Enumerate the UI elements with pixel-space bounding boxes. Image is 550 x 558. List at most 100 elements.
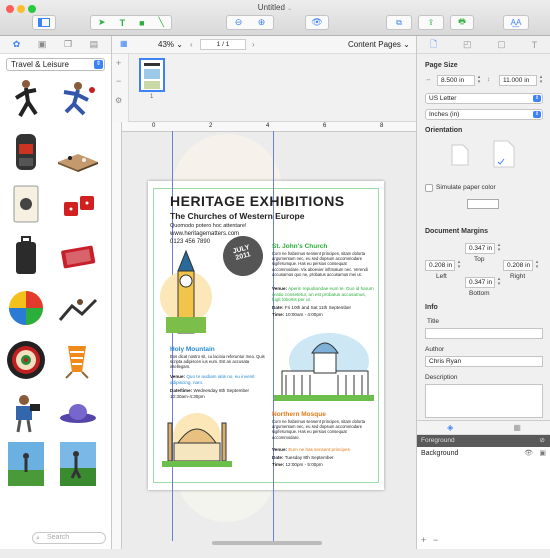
image-tab-icon[interactable]: ▣: [38, 39, 47, 50]
next-page-icon[interactable]: ›: [252, 40, 255, 49]
height-stepper[interactable]: ▴ ▾: [538, 75, 544, 86]
page-width-field[interactable]: 8.500 in: [437, 75, 475, 86]
section-body-stjohns[interactable]: Cum ne habemus sensent principes, sitam …: [272, 251, 374, 277]
text-tab-icon[interactable]: T: [532, 40, 538, 50]
golfer-clip[interactable]: [4, 442, 48, 486]
zoom-in-icon[interactable]: ⊕: [258, 17, 266, 28]
pointer-tool-icon[interactable]: ➤: [98, 17, 106, 28]
line-tool-icon[interactable]: ╲: [159, 17, 164, 28]
simulate-paper-checkbox[interactable]: [425, 184, 433, 192]
margin-bottom-stepper[interactable]: ▴ ▾: [496, 277, 502, 288]
sidebar-toggle-button[interactable]: [32, 15, 56, 30]
remove-layer-icon[interactable]: −: [433, 535, 438, 545]
margin-left-field[interactable]: 0.208 in: [425, 260, 455, 271]
doc-phone[interactable]: 0123 456 7890: [170, 239, 210, 245]
section-heading-holymountain[interactable]: Holy Mountain: [170, 346, 215, 353]
section-date-northernmosque[interactable]: Date: Tuesday 8th September: [272, 455, 334, 460]
lock-icon[interactable]: ▣: [539, 447, 546, 461]
share-button[interactable]: ⇪: [418, 15, 444, 30]
section-venue-northernmosque[interactable]: Venue: Eum ne has sensent principes: [272, 447, 350, 452]
shapes-tab-icon[interactable]: ❐: [64, 39, 72, 50]
print-button[interactable]: 🖶: [450, 15, 474, 30]
author-field[interactable]: Chris Ryan: [425, 356, 543, 367]
text-tab-icon[interactable]: ▤: [90, 39, 99, 50]
section-body-northernmosque[interactable]: Cum ne habemus sensent principes, sitam …: [272, 419, 374, 440]
zoom-level[interactable]: 43% ⌄: [158, 40, 183, 49]
doc-intro[interactable]: Quomodo potero hoc attentare!: [170, 223, 246, 229]
luggage-clip[interactable]: [4, 234, 48, 278]
portrait-orientation-icon[interactable]: [493, 140, 515, 168]
margin-left-stepper[interactable]: ▴ ▾: [456, 260, 462, 271]
paper-color-well[interactable]: [467, 199, 499, 209]
margin-right-stepper[interactable]: ▴ ▾: [534, 260, 540, 271]
shape-tool-icon[interactable]: ■: [139, 18, 144, 28]
style-tab-icon[interactable]: ▢: [497, 39, 506, 50]
add-layer-icon[interactable]: +: [421, 535, 426, 545]
golfer-2-clip[interactable]: [56, 442, 100, 486]
clipart-tab-icon[interactable]: ✿: [13, 39, 21, 50]
document-tab-icon[interactable]: 🗋: [430, 37, 437, 53]
card-deck-clip[interactable]: [56, 234, 100, 278]
doc-title[interactable]: HERITAGE EXHIBITIONS: [170, 193, 345, 209]
margin-top-field[interactable]: 0.347 in: [465, 243, 495, 254]
doc-website[interactable]: www.heritagematters.com: [170, 231, 239, 237]
page-view-icon[interactable]: ▦: [120, 39, 128, 48]
chess-board-clip[interactable]: [56, 130, 100, 174]
layer-row-foreground[interactable]: Foreground ⊘: [417, 435, 550, 447]
description-field[interactable]: [425, 384, 543, 418]
section-venue-stjohns[interactable]: Venue: Aperin repudiandae eum te. Duo id…: [272, 286, 374, 303]
section-body-holymountain[interactable]: Eos dicat nostro sit, cu lacinia referun…: [170, 354, 268, 370]
section-time-northernmosque[interactable]: Time: 12:00pm - 5:00pm: [272, 462, 323, 467]
landscape-orientation-icon[interactable]: [451, 144, 469, 166]
section-date-stjohns[interactable]: Date: Fri 10th and Sat 11th September: [272, 305, 351, 310]
hat-clip[interactable]: [56, 390, 100, 434]
beach-ball-clip[interactable]: [4, 286, 48, 330]
category-select[interactable]: Travel & Leisure ⇕: [6, 58, 105, 71]
layer-row-background[interactable]: Background 👁 ▣: [417, 447, 550, 461]
doc-subtitle[interactable]: The Churches of Western Europe: [170, 211, 304, 221]
margin-top-stepper[interactable]: ▴ ▾: [496, 243, 502, 254]
paper-size-select[interactable]: US Letter ⇕: [425, 93, 543, 104]
lock-icon[interactable]: ⊘: [540, 435, 545, 447]
section-heading-stjohns[interactable]: St. John's Church: [272, 243, 327, 250]
margin-bottom-field[interactable]: 0.347 in: [465, 277, 495, 288]
visibility-eye-icon[interactable]: 👁: [524, 447, 533, 461]
page-settings-gear-icon[interactable]: ⚙: [115, 96, 122, 105]
section-heading-northernmosque[interactable]: Northern Mosque: [272, 411, 326, 418]
margin-right-field[interactable]: 0.208 in: [503, 260, 533, 271]
section-date-holymountain[interactable]: Date/time: Wednesday 8th September 10:30…: [170, 388, 268, 399]
title-field[interactable]: [425, 328, 543, 339]
climber-clip[interactable]: [56, 286, 100, 330]
playing-card-clip[interactable]: [4, 182, 48, 226]
horizontal-scrollbar[interactable]: [212, 541, 322, 545]
beach-chair-clip[interactable]: [56, 338, 100, 382]
remove-page-icon[interactable]: −: [116, 76, 121, 86]
arrange-button[interactable]: ⧉: [386, 15, 412, 30]
layout-tab-icon[interactable]: ◰: [463, 39, 472, 50]
soccer-player-clip[interactable]: [56, 78, 100, 122]
page-height-field[interactable]: 11.000 in: [499, 75, 537, 86]
preview-button[interactable]: 👁: [305, 15, 329, 30]
camera-man-clip[interactable]: [4, 390, 48, 434]
document-page[interactable]: HERITAGE EXHIBITIONS The Churches of Wes…: [148, 131, 384, 541]
page-indicator[interactable]: 1 / 1: [200, 39, 246, 50]
page-thumbnail[interactable]: [139, 58, 165, 92]
section-venue-holymountain[interactable]: Venue: Quo te audiam iatis no, eu inveni…: [170, 374, 268, 385]
table-icon[interactable]: ▦: [513, 423, 521, 432]
clipart-search-input[interactable]: ⌕ Search: [32, 532, 106, 544]
dice-clip[interactable]: [56, 182, 100, 226]
backpack-clip[interactable]: [4, 130, 48, 174]
section-time-stjohns[interactable]: Time: 10:00am - 4:00pm: [272, 312, 323, 317]
add-page-icon[interactable]: +: [116, 58, 121, 68]
view-mode-select[interactable]: Content Pages ⌄: [348, 40, 410, 49]
width-stepper[interactable]: ▴ ▾: [476, 75, 482, 86]
dartboard-clip[interactable]: [4, 338, 48, 382]
text-tool-icon[interactable]: T: [120, 18, 126, 28]
prev-page-icon[interactable]: ‹: [190, 40, 193, 49]
layers-icon[interactable]: ◈: [447, 423, 453, 432]
units-select[interactable]: Inches (in) ⇕: [425, 109, 543, 120]
font-button[interactable]: A͟A: [503, 15, 529, 30]
runner-clip[interactable]: [4, 78, 48, 122]
zoom-out-icon[interactable]: ⊖: [235, 17, 243, 28]
canvas[interactable]: 0 2 4 6 8 HERITAGE EXHIBITIONS The Churc…: [112, 122, 416, 549]
